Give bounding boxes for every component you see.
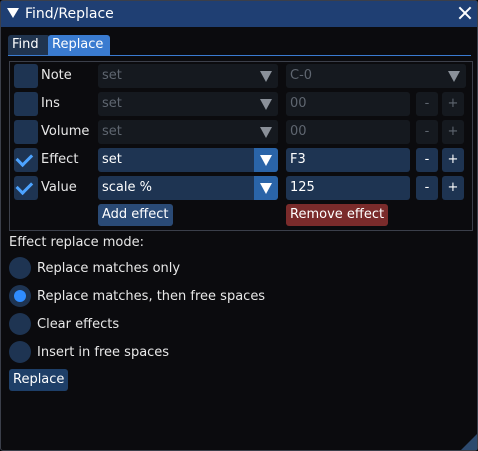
volume-value-field[interactable]: 00 [286,120,410,144]
radio-replace-matches-only[interactable] [9,257,31,279]
tab-find[interactable]: Find [8,35,50,55]
volume-checkbox[interactable] [14,120,38,144]
effect-mode-value: set [102,152,122,167]
chevron-down-icon [254,64,278,88]
volume-mode-combo[interactable]: set [98,120,278,144]
tab-replace[interactable]: Replace [48,35,110,55]
radio-label-clear-effects: Clear effects [37,317,120,332]
chevron-down-icon [254,148,278,172]
ins-mode-combo[interactable]: set [98,92,278,116]
ins-checkbox[interactable] [14,92,38,116]
resize-grip-icon[interactable] [461,434,477,450]
value-mode-combo[interactable]: scale % [98,176,278,200]
ins-increment-button[interactable]: + [442,92,464,116]
effect-mode-label: Effect replace mode: [9,235,144,250]
radio-label-replace-matches-then-free: Replace matches, then free spaces [37,289,266,304]
value-increment-button[interactable]: + [442,176,464,200]
effect-value: F3 [290,152,306,167]
note-value: C-0 [290,68,313,83]
find-replace-window: Find/Replace Find Replace Note set C-0 I… [0,0,478,451]
volume-increment-button[interactable]: + [442,120,464,144]
value-value: 125 [290,180,315,195]
radio-clear-effects[interactable] [9,313,31,335]
ins-mode-value: set [102,96,122,111]
ins-value: 00 [290,96,307,111]
ins-decrement-button[interactable]: - [416,92,438,116]
value-decrement-button[interactable]: - [416,176,438,200]
remove-effect-button[interactable]: Remove effect [286,204,389,226]
note-mode-combo[interactable]: set [98,64,278,88]
note-value-combo[interactable]: C-0 [286,64,466,88]
volume-value: 00 [290,124,307,139]
note-checkbox[interactable] [14,64,38,88]
effect-label: Effect [41,152,79,167]
effect-mode-combo[interactable]: set [98,148,278,172]
volume-label: Volume [41,124,90,139]
effect-checkbox[interactable] [14,148,38,172]
ins-label: Ins [41,96,60,111]
ins-value-field[interactable]: 00 [286,92,410,116]
effect-value-field[interactable]: F3 [286,148,410,172]
title-bar[interactable]: Find/Replace [1,1,477,27]
value-label: Value [41,180,77,195]
volume-mode-value: set [102,124,122,139]
value-mode-value: scale % [102,180,152,195]
radio-insert-free-spaces[interactable] [9,341,31,363]
checkmark-icon [15,149,34,168]
window-title: Find/Replace [25,6,114,22]
add-effect-button[interactable]: Add effect [98,204,173,226]
value-value-field[interactable]: 125 [286,176,410,200]
value-checkbox[interactable] [14,176,38,200]
chevron-down-icon [442,64,466,88]
collapse-triangle-icon[interactable] [7,8,19,18]
effect-decrement-button[interactable]: - [416,148,438,172]
checkmark-icon [15,177,34,196]
note-label: Note [41,68,72,83]
tab-underline [8,55,471,56]
radio-label-replace-matches-only: Replace matches only [37,261,181,276]
replace-button[interactable]: Replace [9,369,69,391]
radio-replace-matches-then-free[interactable] [9,285,31,307]
chevron-down-icon [254,120,278,144]
volume-decrement-button[interactable]: - [416,120,438,144]
radio-label-insert-free-spaces: Insert in free spaces [37,345,170,360]
chevron-down-icon [254,176,278,200]
close-icon[interactable] [457,5,473,21]
note-mode-value: set [102,68,122,83]
chevron-down-icon [254,92,278,116]
effect-increment-button[interactable]: + [442,148,464,172]
